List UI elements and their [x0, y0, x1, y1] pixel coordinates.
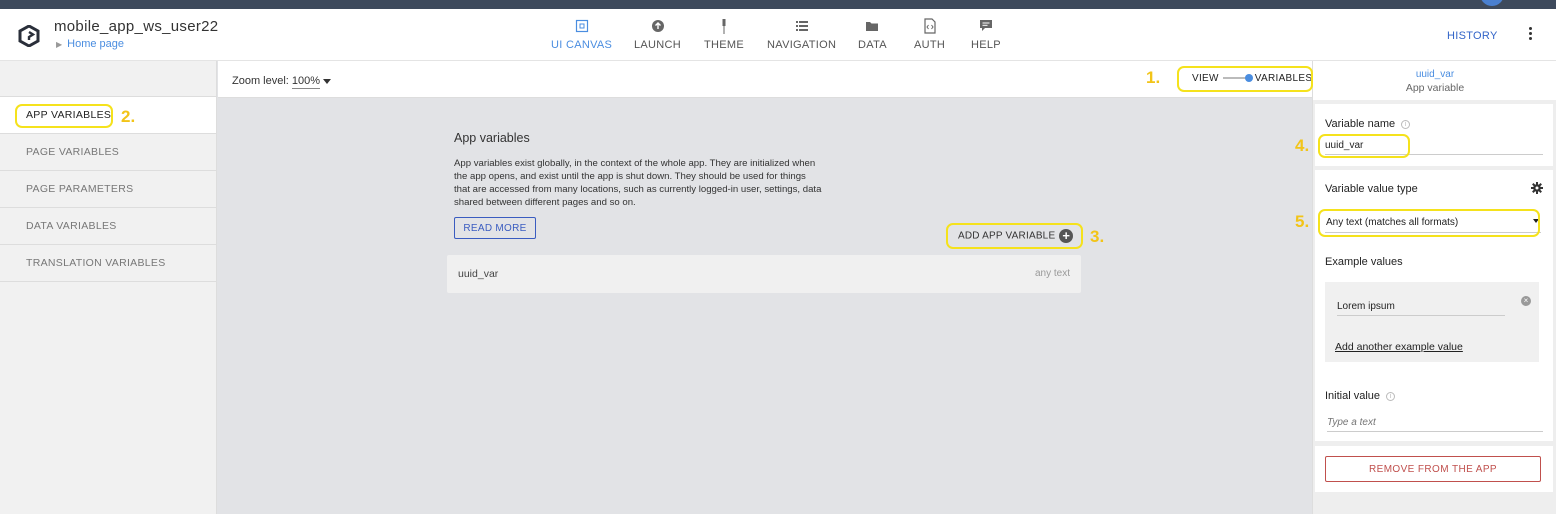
- example-values-box: × Add another example value: [1325, 282, 1539, 362]
- annotation-number: 5.: [1295, 212, 1310, 231]
- breadcrumb-page[interactable]: Home page: [67, 38, 124, 50]
- app-header: mobile_app_ws_user22 ▶ Home page UI CANVA…: [0, 9, 1556, 61]
- sidebar-item-data-variables[interactable]: DATA VARIABLES: [0, 208, 216, 245]
- upload-icon: [651, 20, 664, 32]
- section-title: App variables: [454, 131, 530, 145]
- sidebar: APP VARIABLES PAGE VARIABLES PAGE PARAME…: [0, 61, 217, 514]
- info-icon[interactable]: i: [1401, 119, 1411, 129]
- gear-icon[interactable]: [1531, 182, 1543, 194]
- tab-ui-canvas[interactable]: UI CANVAS: [551, 17, 612, 51]
- properties-panel: uuid_var App variable Variable namei Var…: [1312, 61, 1556, 514]
- zoom-value[interactable]: 100%: [291, 75, 321, 89]
- tab-data[interactable]: DATA: [858, 17, 887, 51]
- sidebar-item-page-variables[interactable]: PAGE VARIABLES: [0, 134, 216, 171]
- dropdown-arrow-icon[interactable]: [323, 78, 332, 84]
- tab-label: NAVIGATION: [767, 39, 837, 51]
- sidebar-header: [0, 61, 216, 97]
- initial-value-input[interactable]: [1327, 414, 1543, 432]
- variable-row[interactable]: uuid_var any text: [447, 255, 1081, 293]
- clear-icon[interactable]: ×: [1521, 296, 1531, 306]
- folder-icon: [866, 22, 879, 31]
- variable-type: any text: [1034, 268, 1070, 279]
- section-description: App variables exist globally, in the con…: [454, 158, 822, 208]
- tab-label: AUTH: [914, 39, 946, 51]
- breadcrumb[interactable]: ▶ Home page: [56, 38, 124, 50]
- sidebar-item-translation-variables[interactable]: TRANSLATION VARIABLES: [0, 245, 216, 282]
- tab-auth[interactable]: AUTH: [914, 17, 945, 51]
- info-icon[interactable]: i: [1386, 391, 1396, 401]
- variable-name-label: Variable name i: [1325, 118, 1411, 130]
- canvas-icon: [575, 19, 588, 33]
- chat-icon: [979, 20, 992, 31]
- annotation-number: 1.: [1146, 68, 1161, 87]
- top-strip: [0, 0, 1556, 9]
- panel-subtitle: App variable: [1405, 82, 1465, 94]
- panel-header: uuid_var App variable: [1313, 61, 1556, 100]
- tab-help[interactable]: HELP: [971, 17, 1001, 51]
- tab-launch[interactable]: LAUNCH: [634, 17, 681, 51]
- app-logo-icon[interactable]: [18, 25, 40, 47]
- remove-from-app-button[interactable]: REMOVE FROM THE APP: [1325, 456, 1541, 482]
- brush-icon: [722, 19, 726, 34]
- history-button[interactable]: HISTORY: [1447, 30, 1498, 42]
- remove-card: REMOVE FROM THE APP: [1315, 446, 1553, 492]
- sidebar-item-page-parameters[interactable]: PAGE PARAMETERS: [0, 171, 216, 208]
- tab-label: DATA: [858, 39, 887, 51]
- list-icon: [795, 21, 808, 31]
- annotation-highlight: [1318, 209, 1540, 237]
- example-value-input[interactable]: [1337, 298, 1505, 316]
- tab-navigation[interactable]: NAVIGATION: [767, 17, 836, 51]
- tab-theme[interactable]: THEME: [704, 17, 744, 51]
- annotation-highlight: [1177, 66, 1313, 92]
- document-code-icon: [923, 18, 936, 34]
- zoom-label: Zoom level:: [232, 75, 289, 87]
- read-more-button[interactable]: READ MORE: [454, 217, 536, 239]
- variable-name: uuid_var: [458, 268, 499, 280]
- annotation-number: 2.: [121, 107, 136, 126]
- value-type-label: Variable value type: [1325, 183, 1418, 195]
- avatar[interactable]: [1480, 0, 1504, 6]
- annotation-highlight: [1318, 134, 1410, 158]
- annotation-highlight: [15, 104, 113, 128]
- annotation-number: 3.: [1090, 227, 1105, 246]
- annotation-number: 4.: [1295, 136, 1310, 155]
- example-values-label: Example values: [1325, 256, 1403, 268]
- tab-label: LAUNCH: [634, 39, 682, 51]
- tab-label: HELP: [971, 39, 1001, 51]
- app-name[interactable]: mobile_app_ws_user22: [54, 18, 218, 35]
- tab-label: UI CANVAS: [551, 39, 613, 51]
- panel-variable-id: uuid_var: [1415, 69, 1455, 80]
- more-menu-icon[interactable]: [1524, 27, 1536, 43]
- annotation-highlight: [946, 223, 1083, 249]
- zoom-control[interactable]: Zoom level: 100%: [232, 75, 332, 89]
- add-example-link[interactable]: Add another example value: [1335, 341, 1463, 353]
- tab-label: THEME: [704, 39, 744, 51]
- caret-right-icon: ▶: [56, 40, 63, 49]
- initial-value-label: Initial value i: [1325, 390, 1396, 402]
